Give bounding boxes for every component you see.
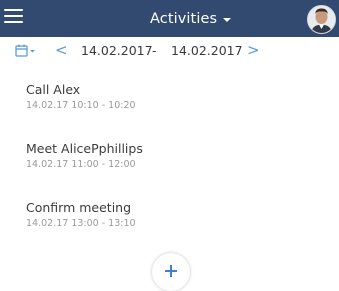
hamburger-menu-icon[interactable] bbox=[4, 8, 24, 26]
start-date[interactable]: 14.02.2017 bbox=[81, 43, 153, 58]
activity-time: 14.02.17 10:10 - 10:20 bbox=[26, 100, 136, 111]
list-item[interactable]: Meet AlicePphillips 14.02.17 11:00 - 12:… bbox=[26, 141, 316, 171]
activity-title: Confirm meeting bbox=[26, 200, 132, 215]
activity-title: Meet AlicePphillips bbox=[26, 141, 143, 156]
caret-down-icon bbox=[223, 17, 232, 22]
end-date[interactable]: 14.02.2017 bbox=[171, 43, 243, 58]
user-avatar[interactable] bbox=[307, 5, 336, 34]
list-item[interactable]: Confirm meeting 14.02.17 13:00 - 13:10 bbox=[26, 200, 316, 230]
activity-time: 14.02.17 11:00 - 12:00 bbox=[26, 159, 136, 170]
calendar-dropdown-icon bbox=[15, 44, 35, 57]
chevron-left-icon[interactable]: < bbox=[55, 41, 68, 59]
activity-title: Call Alex bbox=[26, 82, 81, 97]
activities-screen: Activities < 14.02.2017 - 14.02.2017 > C… bbox=[0, 0, 339, 291]
activity-time: 14.02.17 13:00 - 13:10 bbox=[26, 218, 136, 229]
list-item[interactable]: Call Alex 14.02.17 10:10 - 10:20 bbox=[26, 82, 316, 112]
page-title: Activities bbox=[150, 10, 218, 27]
add-activity-button[interactable] bbox=[152, 253, 190, 291]
plus-icon-stem bbox=[170, 265, 172, 277]
calendar-icon[interactable] bbox=[15, 43, 37, 57]
avatar-person-icon bbox=[308, 6, 335, 33]
chevron-right-icon[interactable]: > bbox=[247, 41, 260, 59]
date-separator: - bbox=[152, 43, 157, 58]
section-title-dropdown[interactable]: Activities bbox=[150, 0, 232, 37]
date-filter-bar: < 14.02.2017 - 14.02.2017 > bbox=[0, 37, 339, 63]
app-header: Activities bbox=[0, 0, 339, 37]
